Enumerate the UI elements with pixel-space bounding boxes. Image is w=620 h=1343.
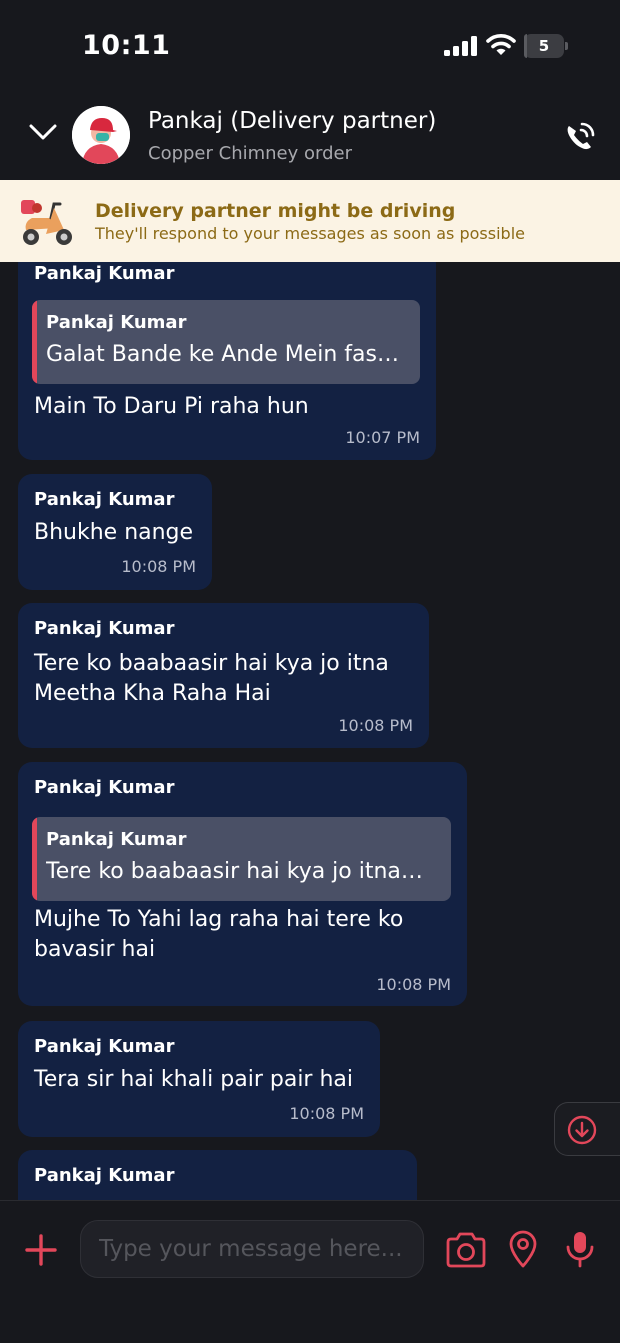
camera-icon[interactable] <box>445 1231 487 1269</box>
scroll-to-bottom-button[interactable] <box>554 1102 620 1156</box>
message-time: 10:08 PM <box>338 716 413 735</box>
status-bar: 10:11 5 <box>0 0 620 92</box>
message-bubble[interactable]: Pankaj Kumar <box>18 1150 417 1200</box>
message-bubble[interactable]: Pankaj Kumar Pankaj Kumar Galat Bande ke… <box>18 262 436 460</box>
message-bubble[interactable]: Pankaj Kumar Tera sir hai khali pair pai… <box>18 1021 380 1137</box>
phone-call-icon[interactable] <box>562 120 598 154</box>
quote-text: Galat Bande ke Ande Mein fas… <box>46 342 399 367</box>
driving-banner: Delivery partner might be driving They'l… <box>0 180 620 262</box>
message-input[interactable] <box>80 1220 424 1278</box>
message-time: 10:08 PM <box>289 1104 364 1123</box>
message-bubble[interactable]: Pankaj Kumar Tere ko baabaasir hai kya j… <box>18 603 429 748</box>
quote-text: Tere ko baabaasir hai kya jo itna… <box>46 859 423 884</box>
battery-indicator: 5 <box>524 34 568 58</box>
message-sender: Pankaj Kumar <box>34 777 175 798</box>
delivery-person-icon <box>72 106 130 164</box>
message-sender: Pankaj Kumar <box>34 489 175 510</box>
wifi-icon <box>486 34 516 55</box>
message-sender: Pankaj Kumar <box>34 1036 175 1057</box>
battery-cap <box>565 42 568 50</box>
plus-icon[interactable] <box>24 1233 58 1267</box>
message-bubble[interactable]: Pankaj Kumar Bhukhe nange 10:08 PM <box>18 474 212 590</box>
message-list[interactable]: Pankaj Kumar Pankaj Kumar Galat Bande ke… <box>0 262 620 1200</box>
signal-icon <box>444 36 477 56</box>
microphone-icon[interactable] <box>565 1230 595 1268</box>
quote-accent-bar <box>32 300 37 384</box>
arrow-down-circle-icon <box>567 1115 597 1145</box>
message-text: Tere ko baabaasir hai kya jo itna Meetha… <box>34 651 389 706</box>
message-text: Bhukhe nange <box>34 520 194 545</box>
scooter-icon <box>21 200 72 245</box>
message-composer <box>0 1200 620 1343</box>
quote-sender: Pankaj Kumar <box>46 829 187 850</box>
message-sender: Pankaj Kumar <box>34 1165 175 1186</box>
chat-screen: 10:11 5 Pankaj (Delivery partner) Copper… <box>0 0 620 1343</box>
order-subtitle: Copper Chimney order <box>148 143 352 164</box>
message-time: 10:08 PM <box>376 975 451 994</box>
quoted-message[interactable]: Pankaj Kumar Galat Bande ke Ande Mein fa… <box>32 300 420 384</box>
banner-title: Delivery partner might be driving <box>95 200 456 222</box>
message-text: Tera sir hai khali pair pair hai <box>34 1067 354 1092</box>
quote-accent-bar <box>32 817 37 901</box>
chevron-down-icon[interactable] <box>28 122 58 142</box>
location-pin-icon[interactable] <box>507 1230 539 1268</box>
message-time: 10:08 PM <box>121 557 196 576</box>
message-text: Main To Daru Pi raha hun <box>34 394 309 419</box>
banner-subtitle: They'll respond to your messages as soon… <box>95 224 525 243</box>
message-time: 10:07 PM <box>345 428 420 447</box>
quoted-message[interactable]: Pankaj Kumar Tere ko baabaasir hai kya j… <box>32 817 451 901</box>
battery-level: 5 <box>538 37 550 55</box>
status-time: 10:11 <box>82 30 171 61</box>
message-text: Mujhe To Yahi lag raha hai tere ko bavas… <box>34 907 404 962</box>
contact-name[interactable]: Pankaj (Delivery partner) <box>148 108 436 134</box>
message-bubble[interactable]: Pankaj Kumar Pankaj Kumar Tere ko baabaa… <box>18 762 467 1006</box>
avatar[interactable] <box>72 106 130 164</box>
chat-header: Pankaj (Delivery partner) Copper Chimney… <box>0 92 620 180</box>
quote-sender: Pankaj Kumar <box>46 312 187 333</box>
message-sender: Pankaj Kumar <box>34 263 175 284</box>
message-sender: Pankaj Kumar <box>34 618 175 639</box>
